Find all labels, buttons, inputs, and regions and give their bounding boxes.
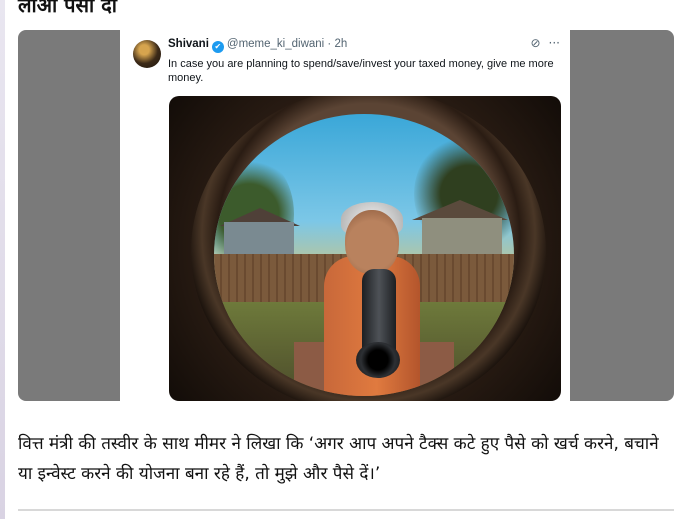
fisheye-scene (214, 114, 514, 396)
sidebar-edge (0, 0, 5, 519)
gun-muzzle (356, 342, 400, 378)
tweet-card: Shivani ✔ @meme_ki_diwani · 2h ⊘ ··· In cas… (120, 30, 570, 401)
avatar[interactable] (133, 40, 161, 68)
embedded-tweet-image[interactable]: Shivani ✔ @meme_ki_diwani · 2h ⊘ ··· In cas… (18, 30, 674, 401)
divider (18, 509, 674, 511)
image-caption: वित्त मंत्री की तस्वीर के साथ मीमर ने लि… (18, 434, 659, 484)
author-name[interactable]: Shivani (168, 38, 209, 50)
author-handle-time: @meme_ki_diwani · 2h (226, 38, 348, 50)
house-right-roof (412, 200, 508, 220)
person-face (345, 210, 399, 274)
verified-badge-icon: ✔ (211, 41, 224, 53)
more-options-icon[interactable]: ··· (549, 36, 560, 50)
tweet-author: Shivani ✔ @meme_ki_diwani · 2h (168, 38, 347, 53)
article-headline: लाओ पैसा दो (18, 0, 117, 17)
tweet-actions: ⊘ ··· (522, 36, 560, 50)
grok-icon[interactable]: ⊘ (530, 36, 540, 50)
tweet-text: In case you are planning to spend/save/i… (168, 58, 554, 84)
tweet-photo[interactable] (169, 96, 561, 401)
